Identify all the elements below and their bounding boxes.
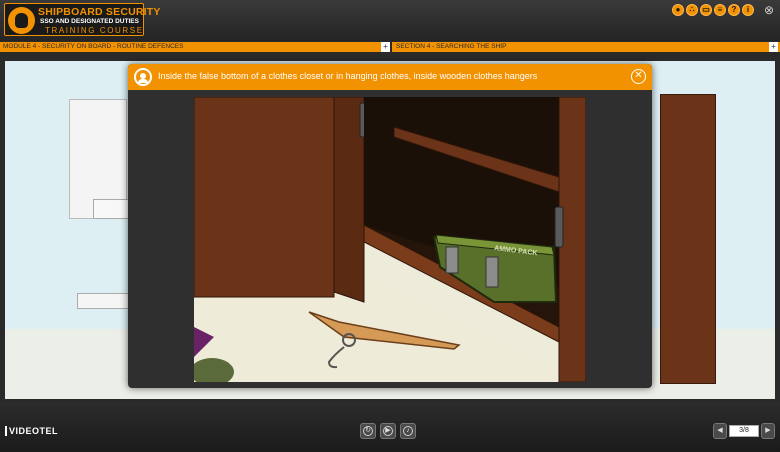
security-badge-icon bbox=[8, 7, 35, 34]
module-expand-button[interactable]: + bbox=[381, 42, 390, 52]
sink-counter bbox=[77, 293, 133, 309]
group-icon[interactable]: ∴ bbox=[686, 4, 698, 16]
closet-illustration: AMMO PACK bbox=[194, 97, 586, 382]
module-label: MODULE 4 - SECURITY ON BOARD - ROUTINE D… bbox=[3, 43, 184, 50]
popup-header: Inside the false bottom of a clothes clo… bbox=[128, 64, 652, 90]
logo-course: TRAINING COURSE bbox=[45, 26, 144, 35]
page-indicator[interactable]: 3/8 bbox=[729, 425, 759, 437]
closet-drawing: AMMO PACK bbox=[194, 97, 586, 382]
toolbar-icons: ● ∴ ▭ ≡ ? i ⊗ bbox=[672, 3, 776, 17]
person-icon[interactable]: ● bbox=[672, 4, 684, 16]
logo-title: SHIPBOARD SECURITY bbox=[38, 6, 161, 18]
page-navigator: ◀ 3/8 ▶ bbox=[713, 423, 775, 439]
play-icon: ▶ bbox=[383, 426, 393, 436]
info-popup: Inside the false bottom of a clothes clo… bbox=[128, 64, 652, 388]
brand-logo: VIDEOTEL bbox=[5, 426, 58, 436]
nav-divider bbox=[390, 42, 392, 52]
breadcrumb: MODULE 4 - SECURITY ON BOARD - ROUTINE D… bbox=[0, 42, 780, 52]
section-expand-button[interactable]: + bbox=[769, 42, 778, 52]
course-logo: SHIPBOARD SECURITY SSO AND DESIGNATED DU… bbox=[4, 3, 160, 36]
section-label: SECTION 4 - SEARCHING THE SHIP bbox=[396, 43, 507, 50]
document-icon[interactable]: ≡ bbox=[714, 4, 726, 16]
prev-page-button[interactable]: ◀ bbox=[713, 423, 727, 439]
help-icon[interactable]: ? bbox=[728, 4, 740, 16]
cabinet-shelf bbox=[93, 199, 133, 219]
replay-icon: ↻ bbox=[363, 426, 373, 436]
top-bar: SHIPBOARD SECURITY SSO AND DESIGNATED DU… bbox=[0, 0, 780, 41]
play-button[interactable]: ▶ bbox=[380, 423, 396, 439]
popup-caption: Inside the false bottom of a clothes clo… bbox=[158, 71, 538, 81]
info-icon[interactable]: i bbox=[742, 4, 754, 16]
closet-door bbox=[660, 94, 716, 384]
replay-button[interactable]: ↻ bbox=[360, 423, 376, 439]
people-icon bbox=[134, 68, 152, 86]
book-icon[interactable]: ▭ bbox=[700, 4, 712, 16]
speaker-icon: ♪ bbox=[403, 426, 413, 436]
popup-close-button[interactable]: ✕ bbox=[631, 69, 646, 84]
footer-bar: VIDEOTEL ↻ ▶ ♪ ◀ 3/8 ▶ bbox=[0, 402, 780, 452]
logo-subtitle: SSO AND DESIGNATED DUTIES bbox=[40, 18, 139, 25]
app-close-icon[interactable]: ⊗ bbox=[762, 3, 776, 17]
audio-button[interactable]: ♪ bbox=[400, 423, 416, 439]
next-page-button[interactable]: ▶ bbox=[761, 423, 775, 439]
